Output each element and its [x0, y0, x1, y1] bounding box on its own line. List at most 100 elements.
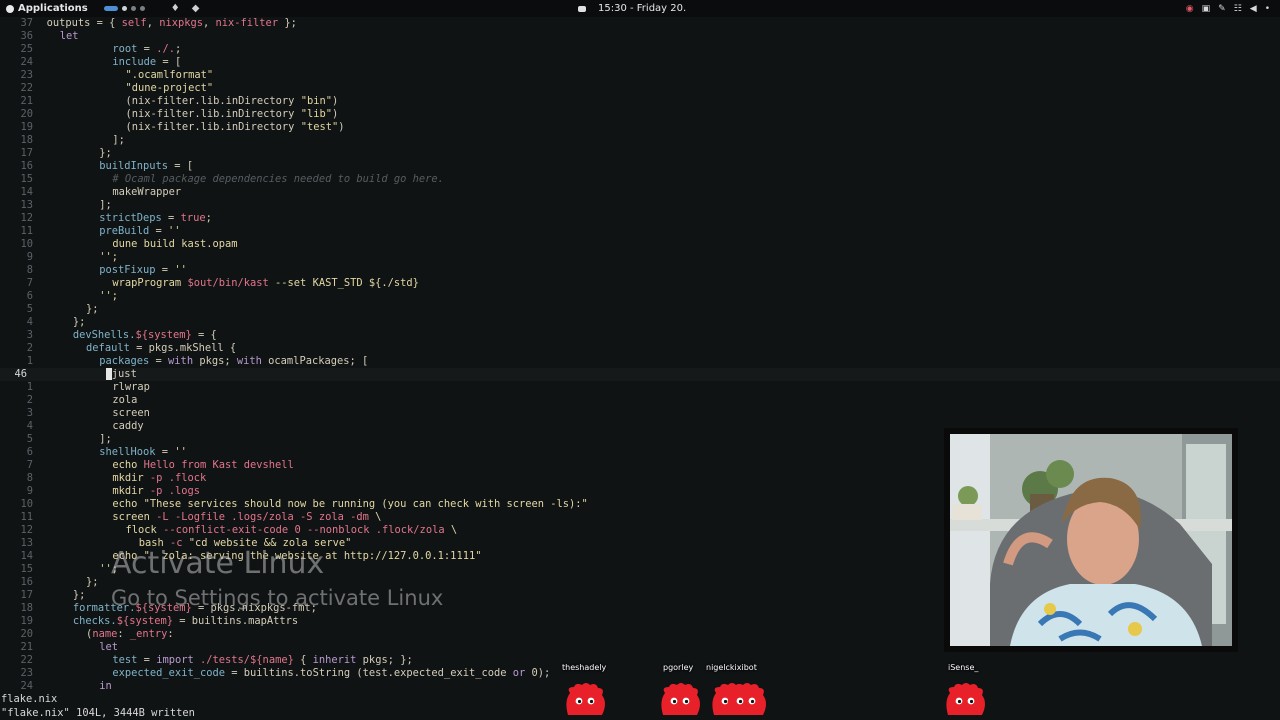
gamepad-icon[interactable]: ▣: [1202, 4, 1211, 14]
line-number: 46: [14, 368, 27, 380]
code-line[interactable]: 2 zola: [0, 394, 1280, 407]
line-code: test = import ./tests/${name} { inherit …: [112, 654, 412, 667]
code-line[interactable]: 7 wrapProgram $out/bin/kast --set KAST_ST…: [0, 277, 1280, 290]
clock-area[interactable]: 15:30 - Friday 20.: [578, 0, 686, 17]
line-number: 25: [20, 43, 33, 55]
code-token: self: [121, 17, 147, 29]
code-line[interactable]: 11 preBuild = '': [0, 225, 1280, 238]
code-token: = pkgs.mkShell {: [129, 342, 237, 354]
code-token: "dune-project": [125, 82, 214, 94]
clock: 15:30 - Friday 20.: [598, 3, 687, 14]
line-code: (nix-filter.lib.inDirectory "lib"): [126, 108, 339, 121]
line-number: 7: [26, 277, 33, 289]
code-line[interactable]: 2 default = pkgs.mkShell {: [0, 342, 1280, 355]
code-line[interactable]: 22 "dune-project": [0, 82, 1280, 95]
workspace-4[interactable]: [139, 6, 145, 11]
mic-icon[interactable]: •: [1265, 4, 1270, 14]
code-token: makeWrapper: [112, 186, 182, 198]
code-line[interactable]: 36 let: [0, 30, 1280, 43]
code-line[interactable]: 1 rlwrap: [0, 381, 1280, 394]
code-token: :: [167, 628, 174, 640]
code-line-current[interactable]: 46 just: [0, 368, 1280, 381]
code-token: ): [331, 108, 339, 120]
code-line[interactable]: 8 postFixup = '': [0, 264, 1280, 277]
volume-icon[interactable]: ◀: [1250, 4, 1257, 14]
line-code: preBuild = '': [99, 225, 180, 238]
command-line-message: "flake.nix" 104L, 3444B written: [1, 707, 195, 719]
code-token: :: [117, 628, 130, 640]
code-line[interactable]: 20 (nix-filter.lib.inDirectory "lib"): [0, 108, 1280, 121]
code-token: ): [338, 121, 345, 133]
line-number: 21: [20, 641, 33, 653]
code-line[interactable]: 21 (nix-filter.lib.inDirectory "bin"): [0, 95, 1280, 108]
code-token: };: [72, 316, 86, 328]
network-icon[interactable]: ☷: [1234, 4, 1242, 14]
mascot-username: pgorley: [663, 663, 694, 672]
code-token: ];: [112, 134, 125, 146]
code-token: with: [168, 355, 194, 367]
workspace-3[interactable]: [130, 6, 136, 11]
line-code: makeWrapper: [112, 186, 181, 199]
code-line[interactable]: 10 dune build kast.opam: [0, 238, 1280, 251]
applications-menu[interactable]: Applications: [0, 3, 88, 14]
notification-icon[interactable]: [578, 5, 586, 12]
code-line[interactable]: 25 root = ./.;: [0, 43, 1280, 56]
line-code: expected_exit_code = builtins.toString (…: [112, 667, 550, 680]
code-line[interactable]: 5};: [0, 303, 1280, 316]
code-token: expected_exit_code: [112, 667, 225, 679]
code-line[interactable]: 24 include = [: [0, 56, 1280, 69]
code-line[interactable]: 23 ".ocamlformat": [0, 69, 1280, 82]
code-token: $out/bin/kast: [187, 277, 269, 289]
code-line[interactable]: 15 # Ocaml package dependencies needed to…: [0, 173, 1280, 186]
code-line[interactable]: 37 outputs = { self, nixpkgs, nix-filter …: [0, 17, 1280, 30]
code-token: dune build kast.opam: [112, 238, 238, 250]
line-number: 17: [20, 589, 33, 601]
line-code: ];: [112, 134, 125, 147]
code-token: let: [99, 641, 118, 653]
line-number: 19: [20, 615, 33, 627]
code-line[interactable]: 3 devShells.${system} = {: [0, 329, 1280, 342]
line-code: just: [105, 368, 137, 381]
line-number: 18: [20, 134, 33, 146]
line-code: "dune-project": [126, 82, 214, 95]
code-line[interactable]: 19 (nix-filter.lib.inDirectory "test"): [0, 121, 1280, 134]
code-token: let: [59, 30, 79, 42]
mascot-username: theshadely: [562, 663, 607, 672]
line-code: caddy: [112, 420, 143, 433]
code-line[interactable]: 6 '';: [0, 290, 1280, 303]
webcam-video: [950, 434, 1232, 646]
mascot-username: iSense_: [948, 663, 979, 672]
line-number: 14: [20, 186, 33, 198]
workspace-1[interactable]: [103, 6, 118, 11]
code-line[interactable]: 24 in: [0, 680, 1280, 693]
code-line[interactable]: 13];: [0, 199, 1280, 212]
code-token: --conflict-exit-code 0 --nonblock .flock…: [163, 524, 445, 536]
line-code: checks.${system} = builtins.mapAttrs: [73, 615, 298, 628]
code-line[interactable]: 22 test = import ./tests/${name} { inheri…: [0, 654, 1280, 667]
code-line[interactable]: 1 packages = with pkgs; with ocamlPackage…: [0, 355, 1280, 368]
code-line[interactable]: 9 '';: [0, 251, 1280, 264]
code-token: nixpkgs: [159, 17, 203, 29]
code-token: 0);: [525, 667, 551, 679]
code-line[interactable]: 12 strictDeps = true;: [0, 212, 1280, 225]
code-line[interactable]: 23 expected_exit_code = builtins.toString…: [0, 667, 1280, 680]
diamond-icon[interactable]: ◆: [192, 3, 200, 14]
pen-icon[interactable]: ✎: [1218, 4, 1226, 14]
code-line[interactable]: 18];: [0, 134, 1280, 147]
line-number: 9: [26, 485, 33, 497]
line-code: let: [99, 641, 118, 654]
code-token: };: [72, 589, 86, 601]
record-icon[interactable]: ◉: [1186, 4, 1194, 14]
line-code: shellHook = '': [99, 446, 187, 459]
code-token: ".ocamlformat": [125, 69, 214, 81]
line-number: 2: [26, 394, 33, 406]
code-line[interactable]: 3 screen: [0, 407, 1280, 420]
code-token: preBuild: [99, 225, 150, 237]
line-number: 24: [20, 56, 33, 68]
code-line[interactable]: 4};: [0, 316, 1280, 329]
workspace-2[interactable]: [121, 6, 127, 11]
code-line[interactable]: 16 buildInputs = [: [0, 160, 1280, 173]
code-line[interactable]: 14 makeWrapper: [0, 186, 1280, 199]
droplet-icon[interactable]: ♦: [171, 3, 180, 14]
code-line[interactable]: 17};: [0, 147, 1280, 160]
